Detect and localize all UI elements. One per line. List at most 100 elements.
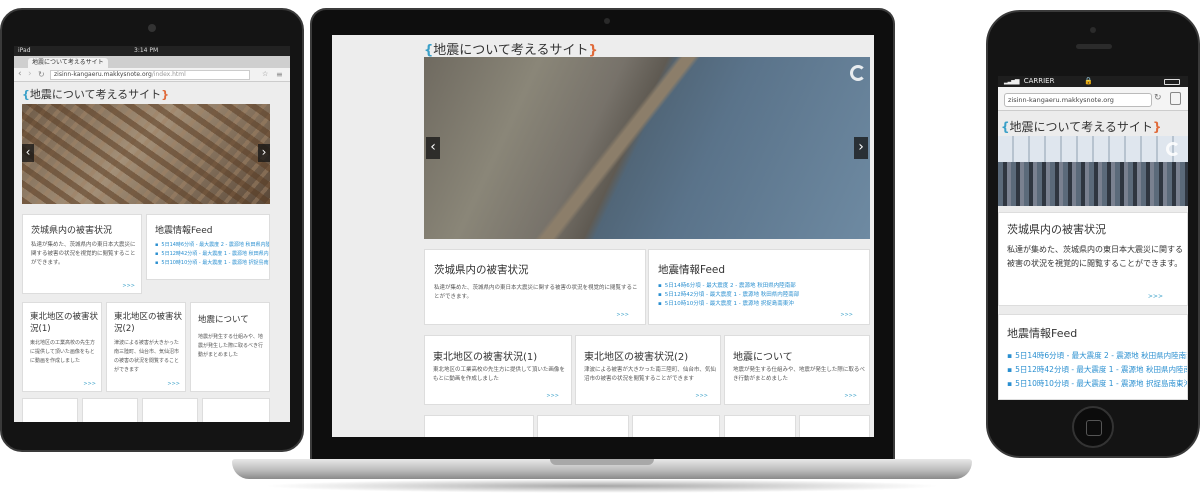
feed-item[interactable]: 5日12時42分頃 - 最大震度 1 - 震源地 秋田県内陸南部 xyxy=(1007,363,1187,377)
card-title: 地震情報Feed xyxy=(155,226,213,236)
bracket-right: } xyxy=(588,43,598,58)
site-title-text: 地震について考えるサイト xyxy=(433,43,589,58)
card-body: 津波による被害が大きかった南三陸町、仙台市、気仙沼市の被害の状況を閲覧することが… xyxy=(584,367,716,382)
iphone-home-button[interactable] xyxy=(1072,406,1114,448)
slider-loading-icon xyxy=(850,65,866,81)
card-more-link[interactable]: >>> xyxy=(840,312,853,318)
card-more-link[interactable]: >>> xyxy=(1148,293,1163,300)
ipad-site-title[interactable]: {地震について考えるサイト} xyxy=(22,86,169,102)
ipad-card-tohoku1[interactable]: 東北地区の被害状況(1) 東北地区の工業高校の先生方に提供して頂いた画像をもとに… xyxy=(22,302,102,392)
ipad-card-partial xyxy=(22,398,78,422)
laptop-shadow xyxy=(262,479,942,493)
bracket-left: { xyxy=(1001,120,1010,134)
ipad-card-ibaraki[interactable]: 茨城県内の被害状況 私達が集めた、茨城県内の東日本大震災に関する被害の状況を視覚… xyxy=(22,214,142,294)
laptop-notch xyxy=(550,459,654,465)
laptop-card-partial xyxy=(724,415,796,437)
laptop-card-tohoku1[interactable]: 東北地区の被害状況(1) 東北地区の工業高校の先生方に提供して頂いた画像をもとに… xyxy=(424,335,572,405)
feed-item[interactable]: 5日12時42分頃 - 最大震度 1 - 震源地 秋田県内陸南部 xyxy=(658,291,864,300)
iphone-device: ▂▃▅▆ CARRIER 🔒 zisinn-kangaeru.makkysnot… xyxy=(986,10,1200,458)
ipad-address-field[interactable]: zisinn-kangaeru.makkysnote.org/index.htm… xyxy=(50,70,250,80)
laptop-slider-next-icon[interactable]: › xyxy=(854,137,868,159)
battery-icon xyxy=(1164,79,1180,85)
feed-item[interactable]: 5日10時10分頃 - 最大震度 1 - 震源地 択捉島南東沖 xyxy=(1007,377,1187,391)
slider-loading-icon xyxy=(1166,142,1180,156)
card-title: 東北地区の被害状況(1) xyxy=(30,312,99,334)
card-title: 茨城県内の被害状況 xyxy=(434,264,529,276)
card-title: 茨城県内の被害状況 xyxy=(31,226,113,236)
laptop-screen: {地震について考えるサイト} ‹ › 茨城県内の被害状況 私達が集めた、茨城県内… xyxy=(332,35,874,437)
site-title-text: 地震について考えるサイト xyxy=(1009,120,1153,134)
bracket-right: } xyxy=(161,88,170,101)
card-body: 津波による被害が大きかった南三陸町、仙台市、気仙沼市の被害の状況を閲覧することが… xyxy=(114,340,180,373)
site-title-text: 地震について考えるサイト xyxy=(29,88,162,101)
bracket-left: { xyxy=(22,88,30,101)
iphone-address-field[interactable]: zisinn-kangaeru.makkysnote.org xyxy=(1004,93,1152,107)
signal-icon: ▂▃▅▆ xyxy=(1004,78,1020,85)
laptop-card-partial xyxy=(424,415,534,437)
laptop-hero-slider xyxy=(424,57,870,239)
ipad-url-path: /index.html xyxy=(151,71,186,78)
card-more-link[interactable]: >>> xyxy=(695,393,708,399)
iphone-camera-icon xyxy=(1090,27,1096,33)
card-more-link[interactable]: >>> xyxy=(167,381,180,387)
laptop-card-tohoku2[interactable]: 東北地区の被害状況(2) 津波による被害が大きかった南三陸町、仙台市、気仙沼市の… xyxy=(575,335,721,405)
iphone-card-feed[interactable]: 地震情報Feed 5日14時6分頃 - 最大震度 2 - 震源地 秋田県内陸南部… xyxy=(998,314,1188,400)
iphone-status-carrier: CARRIER xyxy=(1023,77,1055,85)
laptop-card-partial xyxy=(537,415,629,437)
laptop-site-title[interactable]: {地震について考えるサイト} xyxy=(424,39,598,58)
card-title: 東北地区の被害状況(2) xyxy=(114,312,183,334)
card-more-link[interactable]: >>> xyxy=(83,381,96,387)
card-more-link[interactable]: >>> xyxy=(844,393,857,399)
ipad-card-tohoku2[interactable]: 東北地区の被害状況(2) 津波による被害が大きかった南三陸町、仙台市、気仙沼市の… xyxy=(106,302,186,392)
feed-item[interactable]: 5日10時10分頃 - 最大震度 1 - 震源地 択捉島南東沖 xyxy=(658,300,864,309)
ipad-status-time: 3:14 PM xyxy=(134,47,159,54)
laptop-slider-prev-icon[interactable]: ‹ xyxy=(426,137,440,159)
feed-item[interactable]: 5日14時6分頃 - 最大震度 2 - 震源地 秋田県内陸南部 xyxy=(658,282,864,291)
ipad-card-partial xyxy=(82,398,138,422)
tabs-icon[interactable] xyxy=(1170,92,1181,105)
bracket-left: { xyxy=(424,43,434,58)
ipad-browser-tab[interactable]: 地震について考えるサイト xyxy=(28,58,108,68)
laptop-card-about[interactable]: 地震について 地震が発生する仕組みや、地震が発生した際に取るべき行動がまとめまし… xyxy=(724,335,870,405)
card-more-link[interactable]: >>> xyxy=(122,283,135,289)
hero-photo-roof xyxy=(998,136,1188,162)
laptop-device: {地震について考えるサイト} ‹ › 茨城県内の被害状況 私達が集めた、茨城県内… xyxy=(232,8,972,498)
reload-icon[interactable]: ↻ xyxy=(38,70,45,79)
ipad-camera-icon xyxy=(148,24,156,32)
forward-icon[interactable]: › xyxy=(28,69,32,79)
iphone-speaker xyxy=(1076,44,1112,49)
card-title: 地震について xyxy=(733,352,793,363)
card-more-link[interactable]: >>> xyxy=(616,312,629,318)
laptop-card-partial xyxy=(799,415,870,437)
back-icon[interactable]: ‹ xyxy=(18,69,22,79)
iphone-site-title[interactable]: {地震について考えるサイト} xyxy=(1001,118,1161,135)
iphone-url-bar: zisinn-kangaeru.makkysnote.org ↻ xyxy=(998,87,1188,111)
ipad-status-carrier: iPad xyxy=(18,47,31,54)
card-body: 東北地区の工業高校の先生方に提供して頂いた画像をもとに動画を作成しました xyxy=(30,340,96,364)
card-body: 地震が発生する仕組みや、地震が発生した際に取るべき行動がまとめました xyxy=(733,367,865,382)
card-title: 地震情報Feed xyxy=(1007,327,1078,340)
laptop-card-partial xyxy=(632,415,720,437)
ipad-slider-prev-icon[interactable]: ‹ xyxy=(22,144,34,162)
lock-icon: 🔒 xyxy=(1084,77,1093,85)
laptop-base xyxy=(232,459,972,479)
card-title: 地震情報Feed xyxy=(658,264,726,276)
iphone-status-bar: ▂▃▅▆ CARRIER 🔒 xyxy=(998,76,1188,87)
feed-list: 5日14時6分頃 - 最大震度 2 - 震源地 秋田県内陸南部 5日12時42分… xyxy=(658,282,864,309)
iphone-hero-slider xyxy=(998,136,1188,206)
card-title: 東北地区の被害状況(1) xyxy=(433,352,538,363)
card-more-link[interactable]: >>> xyxy=(546,393,559,399)
card-title: 東北地区の被害状況(2) xyxy=(584,352,689,363)
feed-item[interactable]: 5日14時6分頃 - 最大震度 2 - 震源地 秋田県内陸南部 xyxy=(1007,349,1187,363)
laptop-card-feed[interactable]: 地震情報Feed 5日14時6分頃 - 最大震度 2 - 震源地 秋田県内陸南部… xyxy=(648,249,870,325)
ipad-card-partial xyxy=(142,398,198,422)
card-body: 東北地区の工業高校の先生方に提供して頂いた画像をもとに動画を作成しました xyxy=(433,367,565,382)
reload-icon[interactable]: ↻ xyxy=(1154,93,1162,103)
bracket-right: } xyxy=(1152,120,1162,134)
card-body: 私達が集めた、茨城県内の東日本大震災に関する被害の状況を視覚的に閲覧することがで… xyxy=(1007,245,1183,268)
card-title: 茨城県内の被害状況 xyxy=(1007,223,1106,236)
card-body: 私達が集めた、茨城県内の東日本大震災に関する被害の状況を視覚的に閲覧することがで… xyxy=(31,242,136,266)
laptop-card-ibaraki[interactable]: 茨城県内の被害状況 私達が集めた、茨城県内の東日本大震災に関する被害の状況を視覚… xyxy=(424,249,646,325)
ipad-url-host: zisinn-kangaeru.makkysnote.org xyxy=(54,71,152,78)
iphone-card-ibaraki[interactable]: 茨城県内の被害状況 私達が集めた、茨城県内の東日本大震災に関する被害の状況を視覚… xyxy=(998,212,1188,306)
